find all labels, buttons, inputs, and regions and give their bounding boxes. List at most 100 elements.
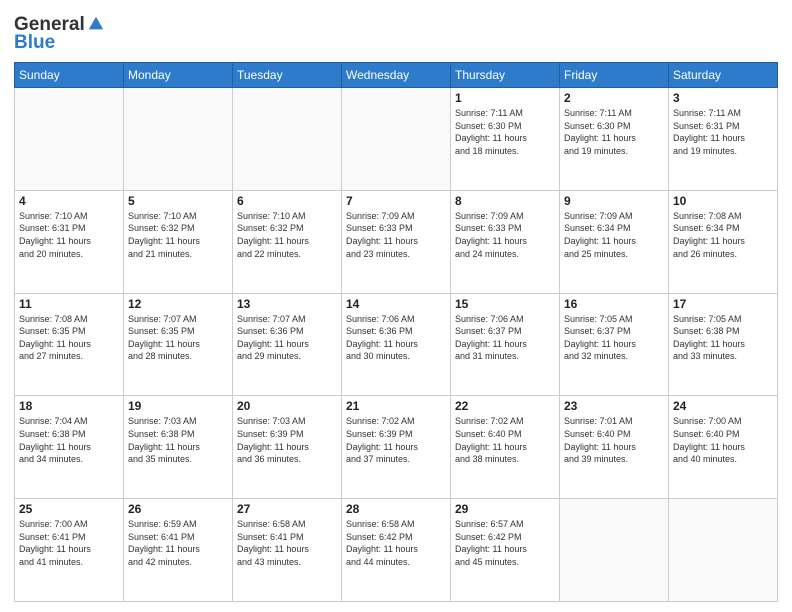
day-number: 14 (346, 297, 446, 311)
calendar-cell (669, 499, 778, 602)
day-number: 3 (673, 91, 773, 105)
calendar-cell: 8Sunrise: 7:09 AM Sunset: 6:33 PM Daylig… (451, 190, 560, 293)
day-number: 6 (237, 194, 337, 208)
day-number: 17 (673, 297, 773, 311)
weekday-header: Thursday (451, 63, 560, 88)
calendar-cell: 1 Sunrise: 7:11 AM Sunset: 6:30 PM Daylig… (451, 88, 560, 191)
header: General Blue (14, 10, 778, 54)
day-info: Sunrise: 7:03 AM Sunset: 6:39 PM Dayligh… (237, 415, 337, 465)
day-number: 21 (346, 399, 446, 413)
day-info: Sunrise: 7:06 AM Sunset: 6:36 PM Dayligh… (346, 313, 446, 363)
calendar-cell: 26 Sunrise: 6:59 AM Sunset: 6:41 PM Dayli… (124, 499, 233, 602)
calendar-cell: 28 Sunrise: 6:58 AM Sunset: 6:42 PM Dayli… (342, 499, 451, 602)
day-info: Sunrise: 7:08 AM Sunset: 6:35 PM Dayligh… (19, 313, 119, 363)
weekday-header: Saturday (669, 63, 778, 88)
calendar-cell: 23 Sunrise: 7:01 AM Sunset: 6:40 PM Dayli… (560, 396, 669, 499)
calendar-cell: 7 Sunrise: 7:09 AM Sunset: 6:33 PM Daylig… (342, 190, 451, 293)
calendar-cell: 4 Sunrise: 7:10 AM Sunset: 6:31 PM Daylig… (15, 190, 124, 293)
calendar-table: SundayMondayTuesdayWednesdayThursdayFrid… (14, 62, 778, 602)
calendar-cell: 19Sunrise: 7:03 AM Sunset: 6:38 PM Dayli… (124, 396, 233, 499)
calendar-week-row: 4 Sunrise: 7:10 AM Sunset: 6:31 PM Daylig… (15, 190, 778, 293)
calendar-cell (560, 499, 669, 602)
day-info: Sunrise: 7:01 AM Sunset: 6:40 PM Dayligh… (564, 415, 664, 465)
day-info: Sunrise: 6:57 AM Sunset: 6:42 PM Dayligh… (455, 518, 555, 568)
day-number: 18 (19, 399, 119, 413)
calendar-cell (233, 88, 342, 191)
day-info: Sunrise: 6:58 AM Sunset: 6:41 PM Dayligh… (237, 518, 337, 568)
calendar-week-row: 18 Sunrise: 7:04 AM Sunset: 6:38 PM Dayli… (15, 396, 778, 499)
day-info: Sunrise: 7:07 AM Sunset: 6:35 PM Dayligh… (128, 313, 228, 363)
day-info: Sunrise: 6:59 AM Sunset: 6:41 PM Dayligh… (128, 518, 228, 568)
calendar-cell (342, 88, 451, 191)
day-info: Sunrise: 7:10 AM Sunset: 6:32 PM Dayligh… (128, 210, 228, 260)
day-info: Sunrise: 7:06 AM Sunset: 6:37 PM Dayligh… (455, 313, 555, 363)
day-info: Sunrise: 7:09 AM Sunset: 6:33 PM Dayligh… (346, 210, 446, 260)
day-info: Sunrise: 7:00 AM Sunset: 6:41 PM Dayligh… (19, 518, 119, 568)
day-number: 9 (564, 194, 664, 208)
day-number: 11 (19, 297, 119, 311)
day-number: 15 (455, 297, 555, 311)
day-number: 7 (346, 194, 446, 208)
day-number: 25 (19, 502, 119, 516)
calendar-cell: 22 Sunrise: 7:02 AM Sunset: 6:40 PM Dayli… (451, 396, 560, 499)
day-info: Sunrise: 6:58 AM Sunset: 6:42 PM Dayligh… (346, 518, 446, 568)
calendar-week-row: 11 Sunrise: 7:08 AM Sunset: 6:35 PM Dayli… (15, 293, 778, 396)
day-info: Sunrise: 7:03 AM Sunset: 6:38 PM Dayligh… (128, 415, 228, 465)
day-info: Sunrise: 7:09 AM Sunset: 6:33 PM Dayligh… (455, 210, 555, 260)
day-number: 26 (128, 502, 228, 516)
calendar-cell: 24 Sunrise: 7:00 AM Sunset: 6:40 PM Dayli… (669, 396, 778, 499)
calendar-cell: 27 Sunrise: 6:58 AM Sunset: 6:41 PM Dayli… (233, 499, 342, 602)
calendar-cell (15, 88, 124, 191)
calendar-week-row: 25 Sunrise: 7:00 AM Sunset: 6:41 PM Dayli… (15, 499, 778, 602)
day-info: Sunrise: 7:09 AM Sunset: 6:34 PM Dayligh… (564, 210, 664, 260)
day-number: 27 (237, 502, 337, 516)
calendar-cell: 2Sunrise: 7:11 AM Sunset: 6:30 PM Daylig… (560, 88, 669, 191)
weekday-header: Wednesday (342, 63, 451, 88)
day-info: Sunrise: 7:05 AM Sunset: 6:38 PM Dayligh… (673, 313, 773, 363)
day-info: Sunrise: 7:11 AM Sunset: 6:30 PM Dayligh… (455, 107, 555, 157)
calendar-cell: 10 Sunrise: 7:08 AM Sunset: 6:34 PM Dayli… (669, 190, 778, 293)
day-info: Sunrise: 7:10 AM Sunset: 6:31 PM Dayligh… (19, 210, 119, 260)
calendar-cell: 3 Sunrise: 7:11 AM Sunset: 6:31 PM Daylig… (669, 88, 778, 191)
calendar-cell: 18 Sunrise: 7:04 AM Sunset: 6:38 PM Dayli… (15, 396, 124, 499)
calendar-cell: 13Sunrise: 7:07 AM Sunset: 6:36 PM Dayli… (233, 293, 342, 396)
calendar-cell: 14 Sunrise: 7:06 AM Sunset: 6:36 PM Dayli… (342, 293, 451, 396)
day-number: 5 (128, 194, 228, 208)
day-number: 28 (346, 502, 446, 516)
weekday-header: Monday (124, 63, 233, 88)
day-number: 1 (455, 91, 555, 105)
day-number: 16 (564, 297, 664, 311)
logo-icon (87, 15, 105, 33)
day-number: 10 (673, 194, 773, 208)
day-info: Sunrise: 7:00 AM Sunset: 6:40 PM Dayligh… (673, 415, 773, 465)
calendar-cell: 5 Sunrise: 7:10 AM Sunset: 6:32 PM Daylig… (124, 190, 233, 293)
calendar-cell: 12 Sunrise: 7:07 AM Sunset: 6:35 PM Dayli… (124, 293, 233, 396)
day-info: Sunrise: 7:02 AM Sunset: 6:39 PM Dayligh… (346, 415, 446, 465)
day-number: 23 (564, 399, 664, 413)
calendar-cell: 9 Sunrise: 7:09 AM Sunset: 6:34 PM Daylig… (560, 190, 669, 293)
weekday-header: Tuesday (233, 63, 342, 88)
calendar-cell: 16 Sunrise: 7:05 AM Sunset: 6:37 PM Dayli… (560, 293, 669, 396)
day-number: 12 (128, 297, 228, 311)
logo: General Blue (14, 14, 105, 54)
calendar-cell: 25 Sunrise: 7:00 AM Sunset: 6:41 PM Dayli… (15, 499, 124, 602)
day-info: Sunrise: 7:05 AM Sunset: 6:37 PM Dayligh… (564, 313, 664, 363)
calendar-cell: 29Sunrise: 6:57 AM Sunset: 6:42 PM Dayli… (451, 499, 560, 602)
day-number: 4 (19, 194, 119, 208)
day-number: 2 (564, 91, 664, 105)
day-info: Sunrise: 7:11 AM Sunset: 6:31 PM Dayligh… (673, 107, 773, 157)
page: General Blue SundayMondayTuesdayWednesda… (0, 0, 792, 612)
calendar-week-row: 1 Sunrise: 7:11 AM Sunset: 6:30 PM Daylig… (15, 88, 778, 191)
weekday-header: Friday (560, 63, 669, 88)
weekday-header: Sunday (15, 63, 124, 88)
calendar-cell: 21 Sunrise: 7:02 AM Sunset: 6:39 PM Dayli… (342, 396, 451, 499)
day-info: Sunrise: 7:02 AM Sunset: 6:40 PM Dayligh… (455, 415, 555, 465)
day-info: Sunrise: 7:04 AM Sunset: 6:38 PM Dayligh… (19, 415, 119, 465)
calendar-cell: 20 Sunrise: 7:03 AM Sunset: 6:39 PM Dayli… (233, 396, 342, 499)
calendar-cell (124, 88, 233, 191)
day-number: 20 (237, 399, 337, 413)
day-number: 24 (673, 399, 773, 413)
day-info: Sunrise: 7:08 AM Sunset: 6:34 PM Dayligh… (673, 210, 773, 260)
calendar-cell: 11 Sunrise: 7:08 AM Sunset: 6:35 PM Dayli… (15, 293, 124, 396)
day-number: 22 (455, 399, 555, 413)
